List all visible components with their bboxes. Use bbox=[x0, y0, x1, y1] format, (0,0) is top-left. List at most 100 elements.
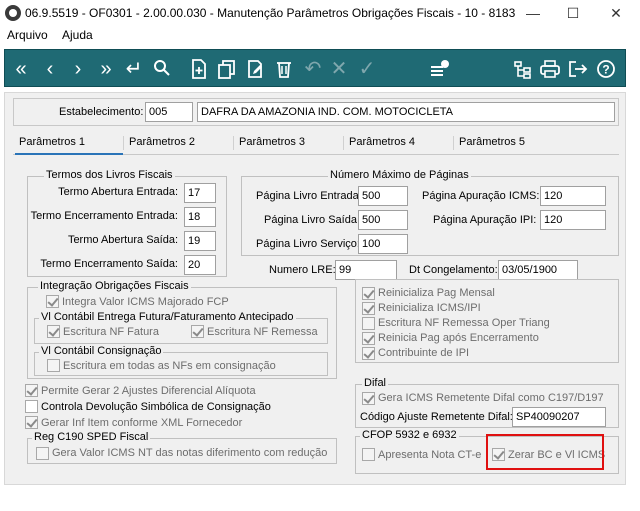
termo-abertura-entrada-field[interactable]: 17 bbox=[184, 183, 216, 203]
minimize-button[interactable]: — bbox=[515, 3, 551, 23]
notes-badge-icon[interactable] bbox=[428, 50, 452, 88]
dt-congelamento-field[interactable]: 03/05/1900 bbox=[498, 260, 578, 280]
tab-divider bbox=[453, 136, 454, 150]
tab-parametros-5[interactable]: Parâmetros 5 bbox=[459, 136, 525, 148]
livro-entrada-label: Página Livro Entrada: bbox=[256, 190, 362, 202]
window-title: 06.9.5519 - OF0301 - 2.00.00.030 - Manut… bbox=[25, 6, 516, 20]
codigo-ajuste-field[interactable]: SP40090207 bbox=[512, 407, 606, 427]
first-record-icon[interactable]: « bbox=[9, 50, 33, 88]
dt-congelamento-label: Dt Congelamento: bbox=[409, 264, 498, 276]
exit-icon[interactable] bbox=[566, 50, 590, 88]
tab-divider bbox=[233, 136, 234, 150]
integra-valor-checkbox[interactable] bbox=[46, 295, 59, 308]
next-record-icon[interactable]: › bbox=[66, 50, 90, 88]
highlight-box bbox=[486, 434, 604, 470]
confirm-icon[interactable]: ✓ bbox=[355, 50, 379, 88]
main-panel: Estabelecimento: 005 DAFRA DA AMAZONIA I… bbox=[4, 92, 626, 485]
hierarchy-icon[interactable] bbox=[511, 50, 535, 88]
gerar-inf-item-checkbox[interactable] bbox=[25, 416, 38, 429]
gerar-inf-item-label: Gerar Inf Item conforme XML Fornecedor bbox=[41, 417, 243, 429]
last-record-icon[interactable]: » bbox=[94, 50, 118, 88]
apuracao-ipi-label: Página Apuração IPI: bbox=[433, 214, 537, 226]
escritura-remessa-oper-checkbox[interactable] bbox=[362, 317, 375, 330]
search-icon[interactable] bbox=[150, 50, 174, 88]
active-tab-indicator bbox=[15, 153, 123, 155]
livro-servico-field[interactable]: 100 bbox=[358, 234, 408, 254]
return-icon[interactable]: ↵ bbox=[122, 50, 146, 88]
escritura-nf-fatura-checkbox[interactable] bbox=[47, 325, 60, 338]
menu-bar: Arquivo Ajuda bbox=[0, 26, 640, 46]
tab-parametros-1[interactable]: Parâmetros 1 bbox=[19, 136, 85, 148]
reinicia-pag-apos-label: Reinicia Pag após Encerramento bbox=[378, 332, 539, 344]
delete-icon[interactable] bbox=[272, 50, 296, 88]
termos-title: Termos dos Livros Fiscais bbox=[44, 169, 175, 181]
previous-record-icon[interactable]: ‹ bbox=[38, 50, 62, 88]
livro-saida-label: Página Livro Saída: bbox=[264, 214, 361, 226]
difal-group: Difal Gera ICMS Remetente Difal como C19… bbox=[355, 377, 619, 428]
codigo-ajuste-label: Código Ajuste Remetente Difal: bbox=[360, 411, 513, 423]
menu-ajuda[interactable]: Ajuda bbox=[62, 28, 93, 42]
undo-icon[interactable]: ↶ bbox=[301, 50, 325, 88]
estabelecimento-code-field[interactable]: 005 bbox=[145, 102, 193, 122]
tab-parametros-3[interactable]: Parâmetros 3 bbox=[239, 136, 305, 148]
permite-gerar-checkbox[interactable] bbox=[25, 384, 38, 397]
tab-parametros-2[interactable]: Parâmetros 2 bbox=[129, 136, 195, 148]
integracao-title: Integração Obrigações Fiscais bbox=[38, 280, 191, 292]
new-document-icon[interactable] bbox=[187, 50, 211, 88]
livro-saida-field[interactable]: 500 bbox=[358, 210, 408, 230]
escritura-nf-fatura-label: Escritura NF Fatura bbox=[63, 326, 159, 338]
reinicializa-pag-mensal-label: Reinicializa Pag Mensal bbox=[378, 287, 495, 299]
escritura-nf-remessa-checkbox[interactable] bbox=[191, 325, 204, 338]
estabelecimento-label: Estabelecimento: bbox=[59, 106, 144, 118]
edit-icon[interactable] bbox=[244, 50, 268, 88]
reinicializa-pag-mensal-checkbox[interactable] bbox=[362, 287, 375, 300]
entrega-futura-title: Vl Contábil Entrega Futura/Faturamento A… bbox=[39, 311, 296, 323]
escritura-consignacao-checkbox[interactable] bbox=[47, 359, 60, 372]
termo-encerramento-entrada-field[interactable]: 18 bbox=[184, 207, 216, 227]
menu-arquivo[interactable]: Arquivo bbox=[7, 28, 48, 42]
entrega-futura-group: Vl Contábil Entrega Futura/Faturamento A… bbox=[34, 311, 328, 344]
termo-encerramento-saida-label: Termo Encerramento Saída: bbox=[40, 258, 178, 270]
numero-lre-field[interactable]: 99 bbox=[335, 260, 397, 280]
apresenta-nota-cte-label: Apresenta Nota CT-e bbox=[378, 449, 482, 461]
termo-encerramento-saida-field[interactable]: 20 bbox=[184, 255, 216, 275]
gera-valor-icms-nt-checkbox[interactable] bbox=[36, 447, 49, 460]
permite-gerar-label: Permite Gerar 2 Ajustes Diferencial Alíq… bbox=[41, 385, 256, 397]
reg-c190-title: Reg C190 SPED Fiscal bbox=[32, 431, 151, 443]
contribuinte-ipi-checkbox[interactable] bbox=[362, 347, 375, 360]
cancel-icon[interactable]: ✕ bbox=[327, 50, 351, 88]
controla-devolucao-checkbox[interactable] bbox=[25, 400, 38, 413]
reinicia-pag-apos-checkbox[interactable] bbox=[362, 332, 375, 345]
paginas-title: Número Máximo de Páginas bbox=[328, 169, 471, 181]
escritura-nf-remessa-label: Escritura NF Remessa bbox=[207, 326, 318, 338]
apuracao-icms-label: Página Apuração ICMS: bbox=[422, 190, 540, 202]
controla-devolucao-label: Controla Devolução Simbólica de Consigna… bbox=[41, 401, 271, 413]
close-button[interactable]: ✕ bbox=[598, 3, 634, 23]
escritura-consignacao-label: Escritura em todas as NFs em consignação bbox=[63, 360, 276, 372]
tab-parametros-4[interactable]: Parâmetros 4 bbox=[349, 136, 415, 148]
reinicializa-icms-ipi-checkbox[interactable] bbox=[362, 302, 375, 315]
consignacao-title: Vl Contábil Consignação bbox=[39, 345, 164, 357]
reg-c190-group: Reg C190 SPED Fiscal Gera Valor ICMS NT … bbox=[27, 431, 337, 464]
svg-text:?: ? bbox=[602, 63, 609, 77]
apuracao-icms-field[interactable]: 120 bbox=[540, 186, 606, 206]
cfop-title: CFOP 5932 e 6932 bbox=[360, 429, 459, 441]
termo-abertura-saida-field[interactable]: 19 bbox=[184, 231, 216, 251]
copy-icon[interactable] bbox=[215, 50, 239, 88]
apuracao-ipi-field[interactable]: 120 bbox=[540, 210, 606, 230]
paginas-group: Número Máximo de Páginas Página Livro En… bbox=[241, 169, 619, 256]
livro-entrada-field[interactable]: 500 bbox=[358, 186, 408, 206]
gera-icms-difal-checkbox[interactable] bbox=[362, 392, 375, 405]
maximize-button[interactable]: ☐ bbox=[555, 3, 591, 23]
tab-bar: Parâmetros 1 Parâmetros 2 Parâmetros 3 P… bbox=[13, 133, 619, 155]
apresenta-nota-cte-checkbox[interactable] bbox=[362, 448, 375, 461]
termo-abertura-entrada-label: Termo Abertura Entrada: bbox=[58, 186, 178, 198]
estabelecimento-box: Estabelecimento: 005 DAFRA DA AMAZONIA I… bbox=[13, 98, 619, 126]
consignacao-group: Vl Contábil Consignação Escritura em tod… bbox=[34, 345, 328, 376]
tab-divider bbox=[123, 136, 124, 150]
termo-abertura-saida-label: Termo Abertura Saída: bbox=[67, 234, 178, 246]
title-bar: 06.9.5519 - OF0301 - 2.00.00.030 - Manut… bbox=[0, 0, 640, 26]
termos-group: Termos dos Livros Fiscais Termo Abertura… bbox=[27, 169, 227, 277]
print-icon[interactable] bbox=[538, 50, 562, 88]
help-icon[interactable]: ? bbox=[594, 50, 618, 88]
